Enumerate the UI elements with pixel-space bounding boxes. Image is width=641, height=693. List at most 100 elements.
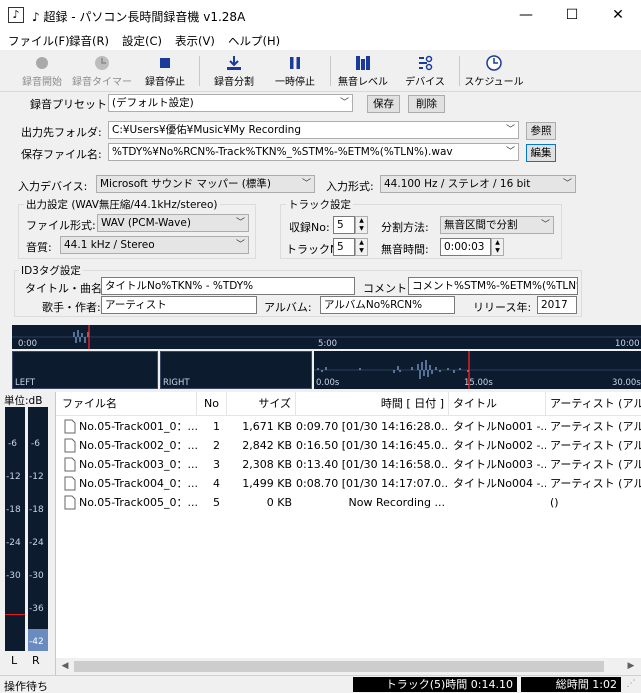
file-size: 2,308 KB: [242, 458, 292, 471]
quality-select[interactable]: 44.1 kHz / Stereo ﹀: [60, 236, 249, 254]
column-header-artist[interactable]: アーティスト (アルバム): [546, 392, 641, 416]
record-split-button[interactable]: 録音分割: [208, 52, 260, 90]
preset-save-button[interactable]: 保存: [367, 95, 400, 113]
file-title: タイトルNo002 -...: [453, 439, 546, 452]
id3-year-input[interactable]: 2017: [537, 296, 577, 314]
track-settings-title: トラック設定: [286, 197, 353, 212]
file-row[interactable]: No.05-Track001_0：... 1 1,671 KB 0:09.70 …: [56, 417, 641, 436]
preset-select[interactable]: (デフォルト設定) ﹀: [108, 94, 353, 112]
input-format-select[interactable]: 44.100 Hz / ステレオ / 16 bit ﹀: [380, 175, 576, 193]
file-size: 0 KB: [266, 496, 292, 509]
quality-label: 音質:: [26, 241, 52, 254]
record-stop-button[interactable]: 録音停止: [140, 52, 190, 90]
menu-help[interactable]: ヘルプ(H): [228, 33, 280, 49]
chevron-down-icon: ﹀: [562, 179, 572, 189]
file-row[interactable]: No.05-Track002_0：... 2 2,842 KB 0:16.50 …: [56, 436, 641, 455]
file-no: 2: [213, 439, 220, 452]
column-header-size[interactable]: サイズ: [227, 392, 296, 416]
file-no: 4: [213, 477, 220, 490]
meter-scale-left: -12: [6, 472, 21, 482]
menu-record[interactable]: 録音(R): [69, 33, 109, 49]
waveform-overview[interactable]: 0:00 5:00 10:00: [12, 325, 641, 349]
split-method-select[interactable]: 無音区間で分割 ﹀: [440, 216, 554, 234]
scroll-right-arrow-icon[interactable]: ▶: [624, 658, 638, 675]
toolbar-separator: [330, 56, 331, 86]
file-name: No.05-Track004_0：...: [79, 477, 197, 490]
device-button[interactable]: デバイス: [400, 52, 450, 90]
minimize-button[interactable]: —: [503, 0, 549, 30]
silence-level-button[interactable]: 無音レベル: [336, 52, 390, 90]
toolbar-separator: [199, 56, 200, 86]
column-header-time[interactable]: 時間 [ 日付 ]: [296, 392, 449, 416]
track-time-display: トラック(5)時間 0:14.10: [353, 677, 517, 692]
chevron-down-icon: ﹀: [235, 240, 245, 250]
id3-title-input[interactable]: タイトルNo%TKN% - %TDY%: [101, 277, 355, 295]
record-start-button[interactable]: 録音開始: [16, 52, 68, 90]
resize-grip-icon[interactable]: ⋰: [624, 679, 638, 691]
id3-year-label: リリース年:: [473, 301, 532, 314]
file-type-select[interactable]: WAV (PCM-Wave) ﹀: [97, 214, 249, 232]
close-button[interactable]: ✕: [595, 0, 641, 30]
record-timer-button[interactable]: 録音タイマー: [72, 52, 132, 90]
output-folder-input[interactable]: C:¥Users¥優佑¥Music¥My Recording ﹀: [108, 121, 519, 139]
scrollbar-thumb[interactable]: [74, 661, 604, 672]
record-icon: [36, 57, 48, 69]
meter-scale-right: -24: [29, 538, 44, 548]
meter-scale-right: -12: [29, 472, 44, 482]
track-no-input[interactable]: 5: [333, 238, 355, 256]
silence-time-stepper[interactable]: ▲ ▼: [491, 238, 504, 256]
record-no-input[interactable]: 5: [333, 216, 355, 234]
file-title: [453, 493, 546, 512]
column-header-filename[interactable]: ファイル名: [56, 392, 197, 416]
file-row[interactable]: No.05-Track003_0：... 3 2,308 KB 0:13.40 …: [56, 455, 641, 474]
total-time-display: 総時間 1:02: [521, 677, 621, 692]
menu-view[interactable]: 表示(V): [175, 33, 215, 49]
file-size: 1,671 KB: [242, 420, 292, 433]
horizontal-scrollbar[interactable]: ◀ ▶: [56, 658, 641, 675]
file-name: No.05-Track005_0：...: [79, 496, 197, 509]
save-filename-input[interactable]: %TDY%¥No%RCN%-Track%TKN%_%STM%-%ETM%(%TL…: [108, 143, 519, 161]
id3-album-input[interactable]: アルバムNo%RCN%: [320, 296, 455, 314]
meter-scale-left: -24: [6, 538, 21, 548]
schedule-button[interactable]: スケジュール: [464, 52, 524, 90]
meter-scale-right: -18: [29, 505, 44, 515]
menu-file[interactable]: ファイル(F): [8, 33, 70, 49]
preset-delete-button[interactable]: 削除: [408, 95, 445, 113]
file-row[interactable]: No.05-Track005_0：... 5 0 KB Now Recordin…: [56, 493, 641, 512]
waveform-zoom[interactable]: 0.00s 15.00s 30.00s: [314, 351, 641, 389]
clock-icon: [486, 55, 502, 71]
status-text: 操作待ち: [4, 680, 48, 693]
maximize-button[interactable]: ☐: [549, 0, 595, 30]
file-icon: [64, 436, 78, 455]
meter-scale-right: -6: [31, 439, 40, 449]
id3-comment-input[interactable]: コメント%STM%-%ETM%(%TLN%): [408, 277, 578, 295]
track-no-stepper[interactable]: ▲ ▼: [355, 238, 368, 256]
file-name: No.05-Track002_0：...: [79, 439, 197, 452]
left-channel-label: LEFT: [15, 378, 36, 388]
file-title: タイトルNo001 -...: [453, 420, 546, 433]
column-header-no[interactable]: No: [197, 392, 227, 416]
id3-artist-input[interactable]: アーティスト: [101, 296, 257, 314]
chevron-down-icon: ﹀: [505, 147, 515, 157]
file-artist: アーティスト (アルバム: [550, 420, 641, 433]
chevron-down-icon: ﹀: [505, 125, 515, 135]
left-channel-panel: LEFT: [12, 351, 158, 389]
file-row[interactable]: No.05-Track004_0：... 4 1,499 KB 0:08.70 …: [56, 474, 641, 493]
id3-album-label: アルバム:: [264, 301, 312, 314]
pause-button[interactable]: 一時停止: [268, 52, 322, 90]
record-no-stepper[interactable]: ▲ ▼: [355, 216, 368, 234]
file-size: 2,842 KB: [242, 439, 292, 452]
scroll-left-arrow-icon[interactable]: ◀: [58, 658, 72, 675]
silence-time-input[interactable]: 0:00:03: [440, 238, 491, 256]
id3-title-label: タイトル・曲名:: [25, 282, 106, 295]
edit-button[interactable]: 編集: [526, 144, 556, 162]
chevron-down-icon: ﹀: [235, 218, 245, 228]
toolbar: 録音開始 録音タイマー 録音停止 録音分割 一時停止 無音レベル デバイス スケ…: [0, 50, 641, 92]
input-device-select[interactable]: Microsoft サウンド マッパー (標準) ﹀: [96, 175, 315, 193]
pause-icon: [290, 57, 300, 69]
title-bar: ♪ ♪ 超録 - パソコン長時間録音機 v1.28A — ☐ ✕: [0, 0, 641, 30]
column-header-title[interactable]: タイトル: [449, 392, 546, 416]
menu-settings[interactable]: 設定(C): [122, 33, 162, 49]
right-channel-label: RIGHT: [163, 378, 190, 388]
browse-button[interactable]: 参照: [526, 122, 556, 140]
